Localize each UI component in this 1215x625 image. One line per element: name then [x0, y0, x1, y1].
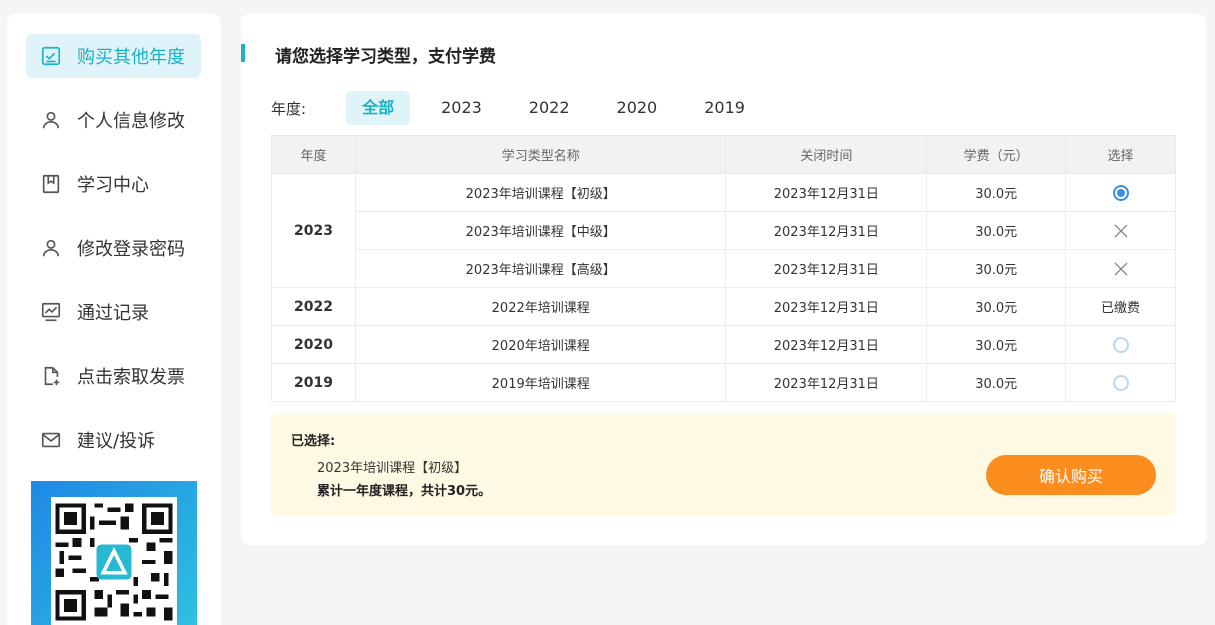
table-row: 2019 2019年培训课程 2023年12月31日 30.0元: [271, 363, 1176, 402]
close-time: 2023年12月31日: [725, 325, 928, 364]
column-header: 学费（元）: [926, 135, 1067, 174]
table-header-row: 年度 学习类型名称 关闭时间 学费（元） 选择: [271, 135, 1176, 174]
sidebar-item-feedback[interactable]: 建议/投诉: [26, 418, 201, 462]
summary-label: 已选择:: [291, 434, 336, 449]
course-name: 2022年培训课程: [354, 287, 727, 326]
fee: 30.0元: [926, 173, 1067, 212]
sidebar-item-label: 学习中心: [77, 175, 149, 196]
table-row: 2022 2022年培训课程 2023年12月31日 30.0元 已缴费: [271, 287, 1176, 326]
close-icon: [1113, 223, 1129, 238]
radio-checked[interactable]: [1112, 184, 1129, 201]
sidebar: 购买其他年度 个人信息修改 学习中心 修改登录密码 通过记录 点击索取发票 建议…: [7, 14, 221, 625]
qr-code-panel: [31, 481, 197, 625]
table-row: 2023年培训课程【高级】 2023年12月31日 30.0元: [272, 249, 1176, 288]
sidebar-item-label: 通过记录: [77, 303, 149, 324]
select-cell: [1065, 173, 1176, 212]
table-row: 2020 2020年培训课程 2023年12月31日 30.0元: [271, 325, 1176, 364]
sidebar-item-change-password[interactable]: 修改登录密码: [26, 226, 201, 270]
course-name: 2023年培训课程【高级】: [354, 249, 727, 288]
course-name: 2023年培训课程【中级】: [354, 211, 727, 250]
year-cell: 2022: [271, 287, 356, 326]
fee: 30.0元: [926, 287, 1067, 326]
paid-status: 已缴费: [1065, 287, 1176, 326]
file-add-icon: [39, 364, 63, 388]
table-row: 2023年培训课程【中级】 2023年12月31日 30.0元: [272, 211, 1176, 250]
sidebar-item-label: 建议/投诉: [77, 431, 156, 452]
sidebar-item-label: 购买其他年度: [77, 47, 185, 68]
check-square-icon: [39, 44, 63, 68]
close-time: 2023年12月31日: [725, 211, 928, 250]
sidebar-item-profile[interactable]: 个人信息修改: [26, 98, 201, 142]
sidebar-item-label: 点击索取发票: [77, 367, 185, 388]
page-title: 请您选择学习类型，支付学费: [275, 47, 496, 67]
year-tab-2022[interactable]: 2022: [513, 91, 586, 125]
chart-icon: [39, 300, 63, 324]
sidebar-item-label: 个人信息修改: [77, 111, 185, 132]
bookmark-icon: [39, 172, 63, 196]
select-cell: [1065, 325, 1176, 364]
sidebar-item-study-center[interactable]: 学习中心: [26, 162, 201, 206]
sidebar-item-invoice[interactable]: 点击索取发票: [26, 354, 201, 398]
confirm-purchase-button[interactable]: 确认购买: [986, 455, 1156, 495]
course-name: 2019年培训课程: [354, 363, 727, 402]
radio-unchecked[interactable]: [1112, 374, 1129, 391]
user-icon: [39, 236, 63, 260]
year-tab-all[interactable]: 全部: [346, 91, 411, 125]
select-cell: [1065, 211, 1176, 250]
select-cell: [1065, 249, 1176, 288]
close-time: 2023年12月31日: [725, 363, 928, 402]
year-tab-2020[interactable]: 2020: [601, 91, 674, 125]
fee: 30.0元: [926, 211, 1067, 250]
fee: 30.0元: [926, 363, 1067, 402]
close-time: 2023年12月31日: [725, 249, 928, 288]
selection-summary: 已选择: 2023年培训课程【初级】 累计一年度课程，共计30元。 确认购买: [271, 413, 1176, 515]
summary-total: 累计一年度课程，共计30元。: [317, 484, 492, 499]
year-filter-label: 年度:: [271, 99, 307, 118]
close-time: 2023年12月31日: [725, 287, 928, 326]
year-cell: 2020: [271, 325, 356, 364]
course-table: 年度 学习类型名称 关闭时间 学费（元） 选择 2023 2023年培训课程【初…: [271, 135, 1176, 402]
sidebar-item-pass-records[interactable]: 通过记录: [26, 290, 201, 334]
year-cell: 2023: [271, 173, 356, 288]
course-name: 2020年培训课程: [354, 325, 727, 364]
select-cell: [1065, 363, 1176, 402]
column-header: 选择: [1065, 135, 1176, 174]
main-panel: 请您选择学习类型，支付学费 年度: 全部 2023 2022 2020 2019…: [241, 14, 1206, 545]
fee: 30.0元: [926, 325, 1067, 364]
column-header: 年度: [271, 135, 356, 174]
year-tab-2023[interactable]: 2023: [425, 91, 498, 125]
table-row: 2023 2023年培训课程【初级】 2023年12月31日 30.0元: [271, 173, 1176, 288]
user-icon: [39, 108, 63, 132]
year-cell: 2019: [271, 363, 356, 402]
sidebar-item-buy-other-years[interactable]: 购买其他年度: [26, 34, 201, 78]
mail-icon: [39, 428, 63, 452]
sidebar-item-label: 修改登录密码: [77, 239, 185, 260]
fee: 30.0元: [926, 249, 1067, 288]
radio-unchecked[interactable]: [1112, 336, 1129, 353]
summary-selected-item: 2023年培训课程【初级】: [317, 461, 468, 476]
course-name: 2023年培训课程【初级】: [354, 173, 727, 212]
column-header: 关闭时间: [725, 135, 928, 174]
year-tab-2019[interactable]: 2019: [688, 91, 761, 125]
close-time: 2023年12月31日: [725, 173, 928, 212]
close-icon: [1113, 261, 1129, 276]
qr-code-icon: [51, 497, 177, 625]
year-filter: 年度: 全部 2023 2022 2020 2019: [271, 91, 776, 125]
title-accent-bar: [241, 44, 245, 62]
column-header: 学习类型名称: [354, 135, 727, 174]
